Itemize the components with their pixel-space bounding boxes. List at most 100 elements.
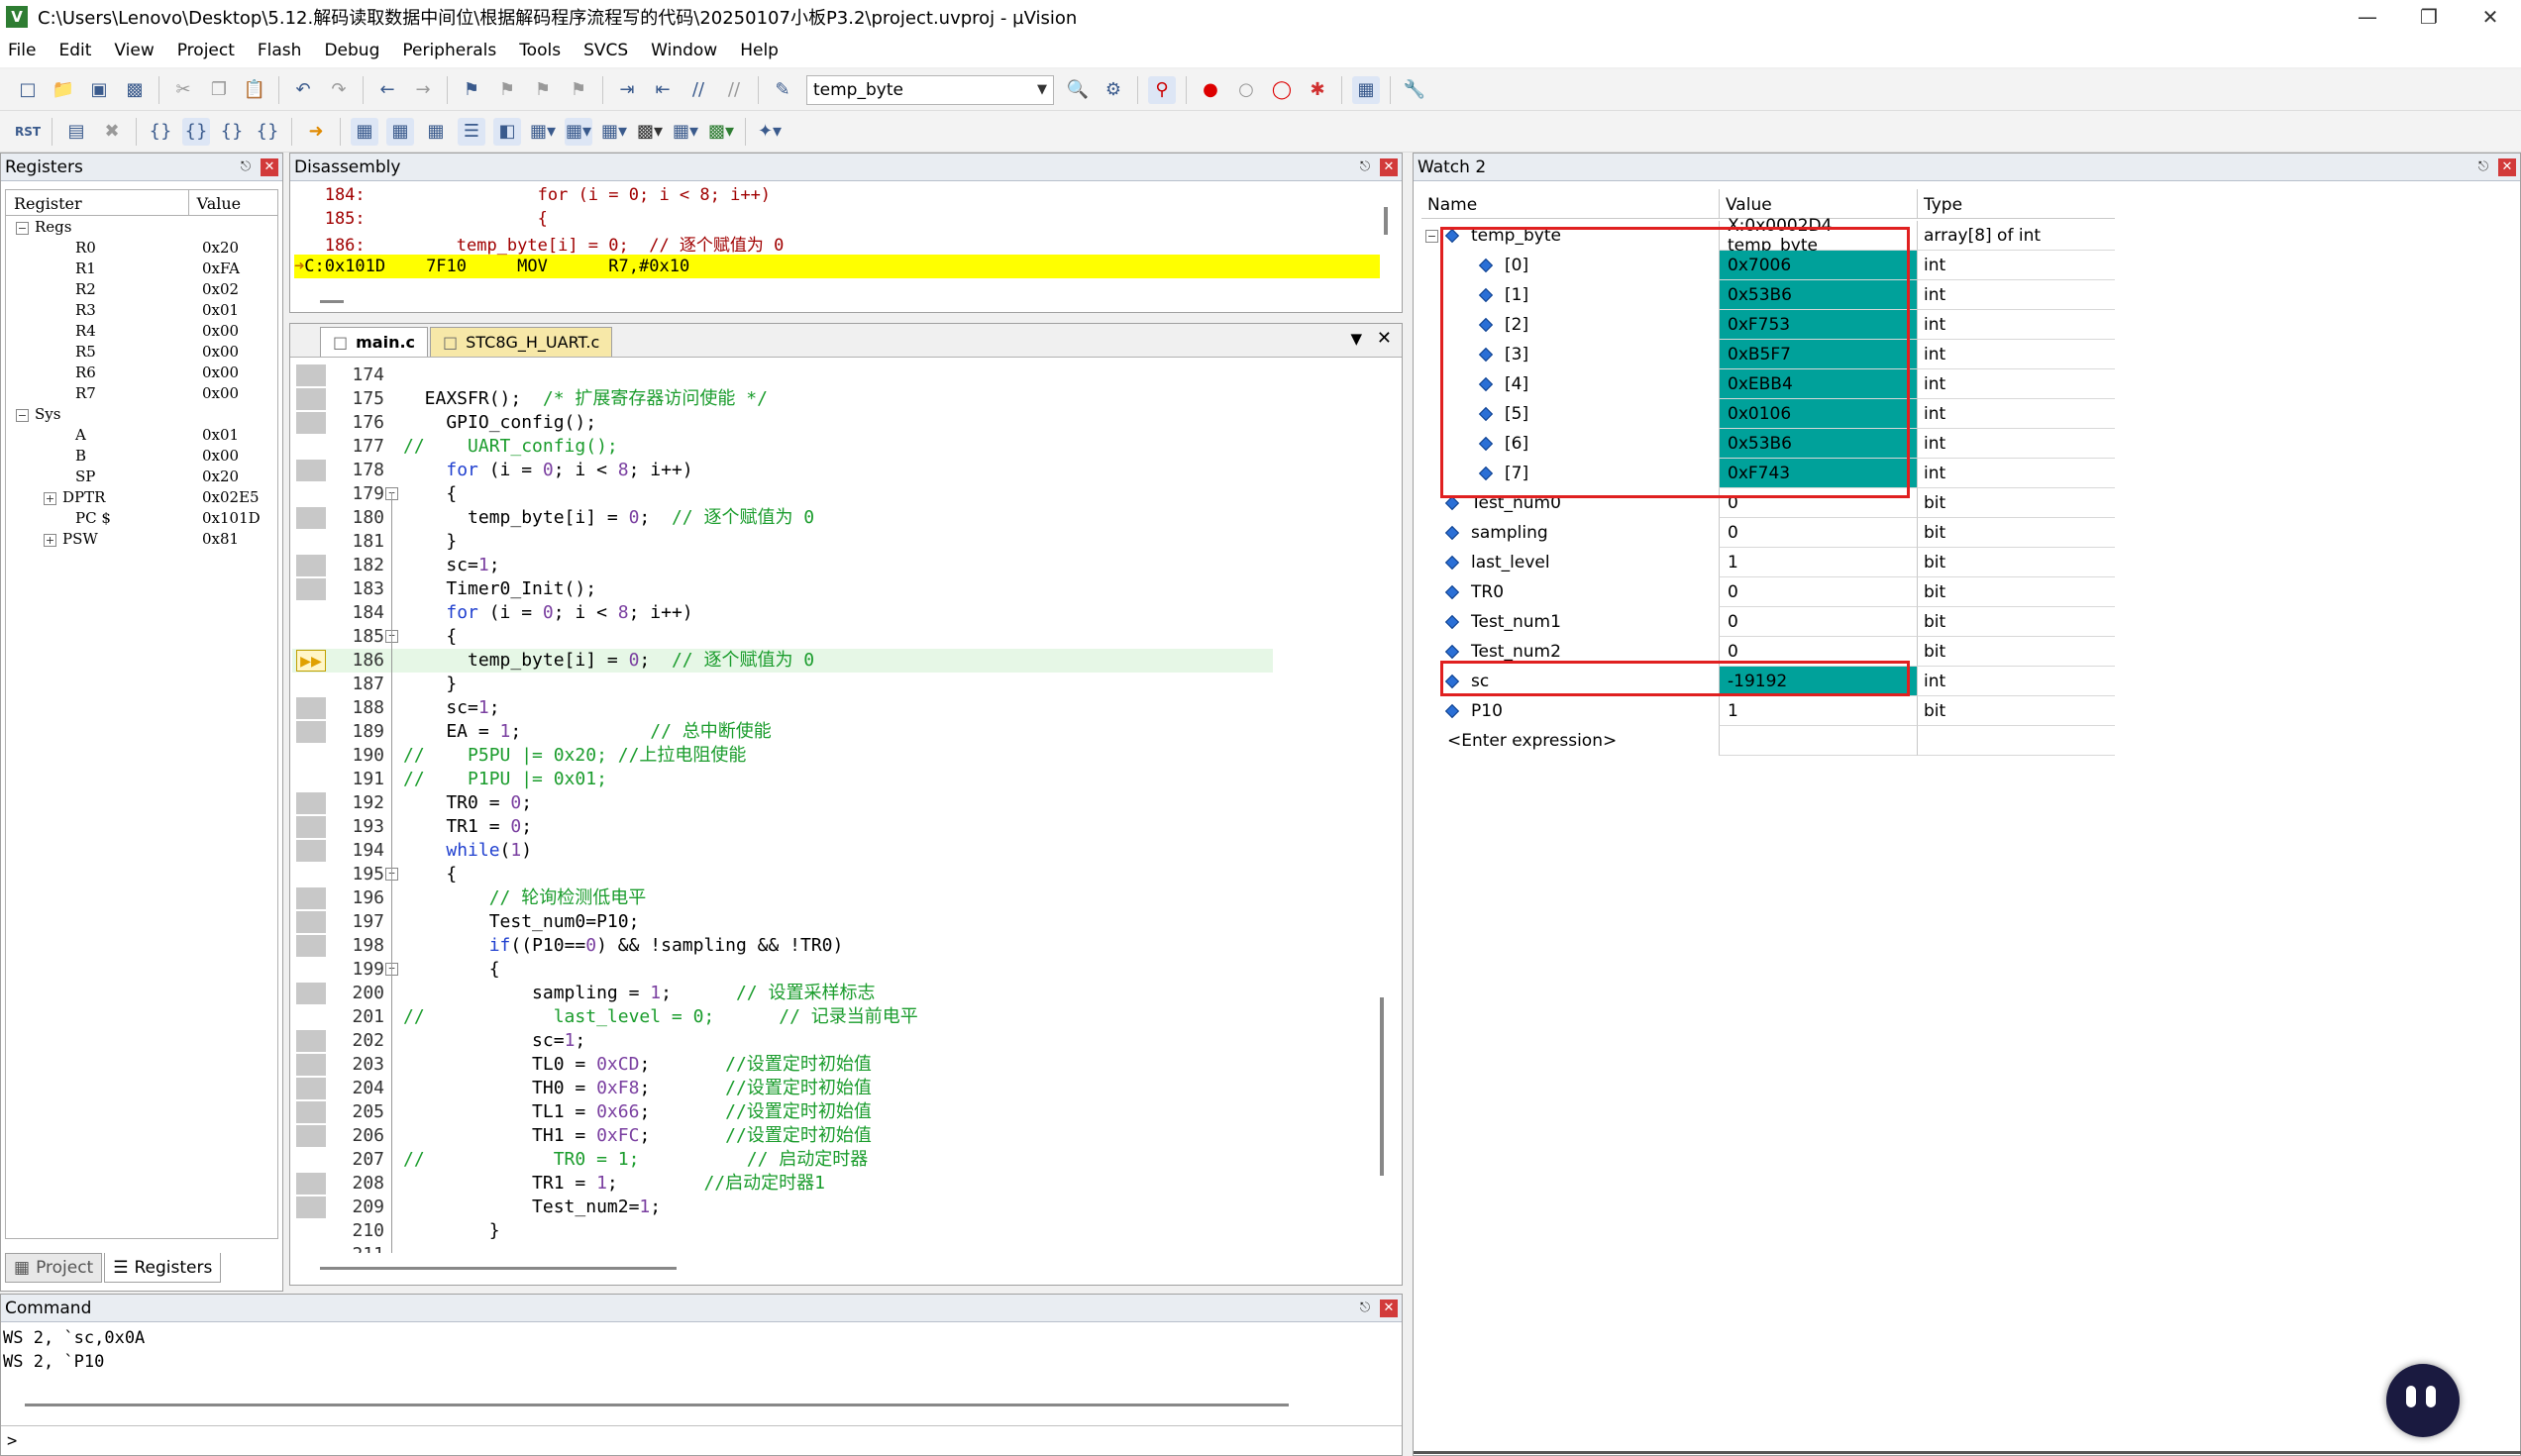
expand-toggle-icon[interactable]: + bbox=[44, 533, 56, 547]
breakpoint-gutter[interactable] bbox=[296, 364, 326, 386]
expand-toggle-icon[interactable]: − bbox=[16, 221, 29, 235]
trace-windows-icon[interactable]: ▦▾ bbox=[672, 118, 699, 146]
breakpoint-gutter[interactable] bbox=[296, 1101, 326, 1123]
memory-windows-icon[interactable]: ▦▾ bbox=[565, 117, 592, 146]
watch-value[interactable]: 1 bbox=[1719, 696, 1917, 726]
pin-icon[interactable]: ⎋ bbox=[1356, 1300, 1374, 1315]
menu-peripherals[interactable]: Peripherals bbox=[402, 41, 496, 60]
watch-value[interactable]: 0 bbox=[1719, 607, 1917, 637]
nav-back-icon[interactable]: ← bbox=[373, 76, 401, 104]
menu-help[interactable]: Help bbox=[740, 41, 779, 60]
expand-toggle-icon[interactable]: − bbox=[1425, 229, 1438, 243]
uncomment-icon[interactable]: // bbox=[720, 76, 748, 104]
watch-value[interactable]: 1 bbox=[1719, 548, 1917, 577]
breakpoint-gutter[interactable] bbox=[296, 412, 326, 434]
code-line[interactable]: 178 for (i = 0; i < 8; i++) bbox=[292, 459, 1273, 482]
kill-breakpoints-icon[interactable]: ✱ bbox=[1304, 76, 1331, 104]
enter-expression[interactable]: <Enter expression> bbox=[1421, 726, 1719, 756]
breakpoint-gutter[interactable] bbox=[296, 507, 326, 529]
open-folder-icon[interactable]: 📁 bbox=[50, 76, 77, 104]
breakpoint-gutter[interactable] bbox=[296, 983, 326, 1004]
tab-registers[interactable]: ☰ Registers bbox=[104, 1253, 222, 1283]
code-line[interactable]: 204 TH0 = 0xF8; //设置定时初始值 bbox=[292, 1077, 1273, 1100]
debug-session-icon[interactable]: ⚲ bbox=[1148, 75, 1176, 104]
menu-tools[interactable]: Tools bbox=[519, 41, 561, 60]
command-input[interactable]: > bbox=[1, 1425, 1402, 1455]
maximize-icon[interactable]: ❐ bbox=[2398, 0, 2460, 34]
code-line[interactable]: 174 bbox=[292, 364, 1273, 387]
enter-expression-row[interactable]: <Enter expression> bbox=[1421, 726, 2115, 756]
breakpoint-gutter[interactable] bbox=[296, 555, 326, 576]
step-into-icon[interactable]: {} bbox=[147, 118, 174, 146]
register-row[interactable]: A 0x01 bbox=[6, 424, 277, 445]
save-icon[interactable]: ▣ bbox=[85, 76, 113, 104]
breakpoint-gutter[interactable] bbox=[296, 1125, 326, 1147]
menu-window[interactable]: Window bbox=[651, 41, 717, 60]
code-line[interactable]: 187 } bbox=[292, 673, 1273, 696]
save-all-icon[interactable]: ▩ bbox=[121, 76, 149, 104]
code-line[interactable]: 180 temp_byte[i] = 0; // 逐个赋值为 0 bbox=[292, 506, 1273, 530]
code-line[interactable]: 209 Test_num2=1; bbox=[292, 1196, 1273, 1219]
code-line[interactable]: 177 // UART_config(); bbox=[292, 435, 1273, 459]
code-line[interactable]: 200 sampling = 1; // 设置采样标志 bbox=[292, 982, 1273, 1005]
pin-icon[interactable]: ⎋ bbox=[237, 159, 255, 174]
code-line[interactable]: 202 sc=1; bbox=[292, 1029, 1273, 1053]
watch-row[interactable]: TR0 0 bit bbox=[1421, 577, 2115, 607]
code-line[interactable]: 208 TR1 = 1; //启动定时器1 bbox=[292, 1172, 1273, 1196]
register-row[interactable]: R2 0x02 bbox=[6, 278, 277, 299]
code-line[interactable]: 176 GPIO_config(); bbox=[292, 411, 1273, 435]
register-row[interactable]: R6 0x00 bbox=[6, 362, 277, 382]
command-hscroll[interactable] bbox=[25, 1404, 1289, 1406]
cut-icon[interactable]: ✂ bbox=[169, 76, 197, 104]
copy-icon[interactable]: ❐ bbox=[205, 76, 233, 104]
breakpoint-gutter[interactable] bbox=[296, 1196, 326, 1218]
prev-bookmark-icon[interactable]: ⚑ bbox=[493, 76, 521, 104]
code-line[interactable]: 203 TL0 = 0xCD; //设置定时初始值 bbox=[292, 1053, 1273, 1077]
insert-breakpoint-icon[interactable]: ● bbox=[1197, 76, 1224, 104]
code-line[interactable]: 211 bbox=[292, 1243, 1273, 1253]
toolbox-icon[interactable]: ✦▾ bbox=[756, 118, 784, 146]
watch-row[interactable]: last_level 1 bit bbox=[1421, 548, 2115, 577]
register-row[interactable]: − Sys bbox=[6, 403, 277, 424]
minimize-icon[interactable]: — bbox=[2337, 0, 2398, 34]
register-row[interactable]: R7 0x00 bbox=[6, 382, 277, 403]
close-icon[interactable]: ✕ bbox=[2498, 157, 2516, 176]
code-line[interactable]: 207 // TR0 = 1; // 启动定时器 bbox=[292, 1148, 1273, 1172]
breakpoint-gutter[interactable] bbox=[296, 840, 326, 862]
symbols-window-icon[interactable]: ▦ bbox=[422, 118, 450, 146]
code-editor[interactable]: 174 175 EAXSFR(); /* 扩展寄存器访问使能 */176 GPIO… bbox=[292, 362, 1374, 1253]
window-layout-icon[interactable]: ▦ bbox=[1352, 75, 1380, 104]
breakpoint-gutter[interactable] bbox=[296, 935, 326, 957]
step-over-icon[interactable]: {} bbox=[182, 117, 210, 146]
code-line[interactable]: 175 EAXSFR(); /* 扩展寄存器访问使能 */ bbox=[292, 387, 1273, 411]
code-line[interactable]: 210 } bbox=[292, 1219, 1273, 1243]
watch-windows-icon[interactable]: ▦▾ bbox=[529, 118, 557, 146]
code-line[interactable]: 188 sc=1; bbox=[292, 696, 1273, 720]
code-line[interactable]: 192 TR0 = 0; bbox=[292, 791, 1273, 815]
code-line[interactable]: 194 while(1) bbox=[292, 839, 1273, 863]
code-line[interactable]: 206 TH1 = 0xFC; //设置定时初始值 bbox=[292, 1124, 1273, 1148]
tab-main-c[interactable]: □ main.c bbox=[320, 327, 429, 357]
watch-value[interactable]: 0 bbox=[1719, 577, 1917, 607]
close-icon[interactable]: ✕ bbox=[1380, 157, 1398, 176]
breakpoint-gutter[interactable] bbox=[296, 1054, 326, 1076]
code-line[interactable]: 189 EA = 1; // 总中断使能 bbox=[292, 720, 1273, 744]
redo-icon[interactable]: ↷ bbox=[325, 76, 353, 104]
incremental-find-icon[interactable]: ⚙ bbox=[1100, 76, 1127, 104]
editor-vscroll[interactable] bbox=[1380, 997, 1384, 1176]
registers-window-icon[interactable]: ☰ bbox=[458, 117, 485, 146]
disassembly-window-icon[interactable]: ▦ bbox=[386, 117, 414, 146]
editor-hscroll[interactable] bbox=[320, 1267, 677, 1270]
nav-forward-icon[interactable]: → bbox=[409, 76, 437, 104]
register-row[interactable]: R4 0x00 bbox=[6, 320, 277, 341]
watch-row[interactable]: P10 1 bit bbox=[1421, 696, 2115, 726]
show-next-statement-icon[interactable]: ➜ bbox=[302, 118, 330, 146]
breakpoint-gutter[interactable] bbox=[296, 911, 326, 933]
register-row[interactable]: − Regs bbox=[6, 216, 277, 237]
stop-icon[interactable]: ✖ bbox=[98, 118, 126, 146]
code-line[interactable]: 205 TL1 = 0x66; //设置定时初始值 bbox=[292, 1100, 1273, 1124]
register-row[interactable]: B 0x00 bbox=[6, 445, 277, 466]
menu-debug[interactable]: Debug bbox=[324, 41, 379, 60]
code-line[interactable]: 184 for (i = 0; i < 8; i++) bbox=[292, 601, 1273, 625]
command-window-icon[interactable]: ▦ bbox=[351, 117, 378, 146]
